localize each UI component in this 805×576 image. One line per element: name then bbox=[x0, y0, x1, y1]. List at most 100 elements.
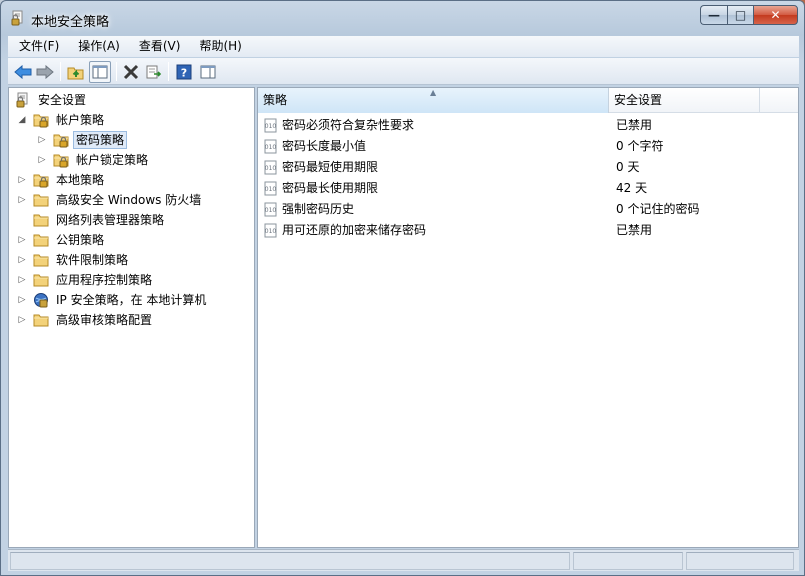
folder-icon bbox=[33, 232, 49, 248]
policy-list-pane[interactable]: 策略 ▲ 安全设置 010 密码必须符合复杂性要求 已禁用 010 密码长度最小值 0 个… bbox=[257, 87, 799, 548]
svg-text:010: 010 bbox=[265, 186, 277, 193]
tree-item-2[interactable]: ▷ 密码策略 bbox=[37, 130, 128, 150]
policy-name: 密码长度最小值 bbox=[282, 139, 367, 153]
expand-toggle-icon[interactable]: ▷ bbox=[37, 135, 47, 145]
expand-toggle-icon[interactable]: ▷ bbox=[17, 275, 27, 285]
tree-item-8[interactable]: ▷ 软件限制策略 bbox=[17, 250, 131, 270]
svg-text:010: 010 bbox=[265, 165, 277, 172]
window-title: 本地安全策略 bbox=[31, 15, 110, 30]
window-controls: — □ ✕ bbox=[700, 5, 798, 25]
ip-security-icon bbox=[33, 292, 49, 308]
column-header-security-setting[interactable]: 安全设置 bbox=[609, 88, 760, 113]
expand-toggle-icon[interactable]: ▷ bbox=[17, 195, 27, 205]
toolbar: ? bbox=[8, 58, 799, 85]
status-segment bbox=[573, 552, 683, 570]
delete-icon bbox=[123, 64, 139, 80]
expand-toggle-icon[interactable]: ▷ bbox=[37, 155, 47, 165]
toolbar-separator bbox=[168, 62, 169, 81]
menu-action[interactable]: 操作(A) bbox=[67, 36, 128, 57]
tree-item-label: 密码策略 bbox=[73, 131, 128, 149]
folder-lock-icon bbox=[33, 112, 49, 128]
status-bar bbox=[8, 549, 799, 571]
up-folder-icon bbox=[67, 67, 84, 80]
policy-row[interactable]: 010 用可还原的加密来储存密码 已禁用 bbox=[258, 220, 798, 241]
expand-toggle-icon[interactable]: ◢ bbox=[17, 115, 27, 125]
maximize-button[interactable]: □ bbox=[727, 5, 753, 25]
folder-icon bbox=[33, 272, 49, 288]
policy-row[interactable]: 010 强制密码历史 0 个记住的密码 bbox=[258, 199, 798, 220]
tree-item-6[interactable]: 网络列表管理器策略 bbox=[17, 210, 167, 230]
policy-name: 密码最短使用期限 bbox=[282, 160, 379, 174]
close-icon: ✕ bbox=[770, 8, 781, 22]
svg-text:010: 010 bbox=[265, 207, 277, 214]
policy-setting-icon: 010 bbox=[264, 181, 277, 196]
policy-setting-icon: 010 bbox=[264, 118, 277, 133]
policy-row[interactable]: 010 密码必须符合复杂性要求 已禁用 bbox=[258, 115, 798, 136]
policy-row[interactable]: 010 密码最长使用期限 42 天 bbox=[258, 178, 798, 199]
tree-item-1[interactable]: ◢ 帐户策略 bbox=[17, 110, 107, 130]
delete-button[interactable] bbox=[120, 61, 142, 83]
policy-setting-icon: 010 bbox=[264, 223, 277, 238]
policy-value: 42 天 bbox=[616, 181, 648, 195]
menu-help[interactable]: 帮助(H) bbox=[188, 36, 249, 57]
close-button[interactable]: ✕ bbox=[753, 5, 798, 25]
folder-icon bbox=[33, 212, 49, 228]
help-icon: ? bbox=[176, 64, 192, 80]
status-segment bbox=[686, 552, 794, 570]
help-button[interactable]: ? bbox=[173, 61, 195, 83]
menu-view[interactable]: 查看(V) bbox=[128, 36, 189, 57]
tree-item-4[interactable]: ▷ 本地策略 bbox=[17, 170, 107, 190]
export-list-button[interactable] bbox=[143, 61, 165, 83]
policy-row[interactable]: 010 密码长度最小值 0 个字符 bbox=[258, 136, 798, 157]
folder-icon bbox=[33, 312, 49, 328]
back-button[interactable] bbox=[12, 61, 34, 83]
folder-icon bbox=[33, 252, 49, 268]
policy-value: 0 个记住的密码 bbox=[616, 202, 700, 216]
status-segment bbox=[10, 552, 570, 570]
tree-item-label: 高级审核策略配置 bbox=[56, 313, 153, 327]
folder-lock-icon bbox=[33, 172, 49, 188]
toolbar-separator bbox=[116, 62, 117, 81]
tree-item-label: 帐户锁定策略 bbox=[76, 153, 149, 167]
show-hide-action-pane-button[interactable] bbox=[197, 61, 219, 83]
maximize-icon: □ bbox=[734, 8, 747, 22]
policy-name: 强制密码历史 bbox=[282, 202, 355, 216]
title-bar[interactable]: 本地安全策略 — □ ✕ bbox=[1, 1, 804, 35]
tree-item-label: 软件限制策略 bbox=[56, 253, 129, 267]
console-tree-pane[interactable]: 安全设置 ◢ 帐户策略 ▷ 密码策略 ▷ 帐户锁定策略 ▷ 本地策略 ▷ 高级安全 Windows … bbox=[8, 87, 255, 548]
expand-toggle-icon[interactable]: ▷ bbox=[17, 315, 27, 325]
svg-text:010: 010 bbox=[265, 228, 277, 235]
menu-file[interactable]: 文件(F) bbox=[8, 36, 67, 57]
forward-button[interactable] bbox=[34, 61, 56, 83]
expand-toggle-icon[interactable]: ▷ bbox=[17, 175, 27, 185]
svg-text:010: 010 bbox=[265, 144, 277, 151]
policy-name: 用可还原的加密来储存密码 bbox=[282, 223, 427, 237]
expand-toggle-icon[interactable]: ▷ bbox=[17, 295, 27, 305]
tree-item-7[interactable]: ▷ 公钥策略 bbox=[17, 230, 107, 250]
column-label-policy: 策略 bbox=[263, 93, 288, 107]
policy-setting-icon: 010 bbox=[264, 202, 277, 217]
expand-toggle-icon[interactable]: ▷ bbox=[17, 235, 27, 245]
menu-bar: 文件(F) 操作(A) 查看(V) 帮助(H) bbox=[8, 36, 799, 57]
toolbar-separator bbox=[60, 62, 61, 81]
tree-item-11[interactable]: ▷ 高级审核策略配置 bbox=[17, 310, 155, 330]
tree-item-label: 应用程序控制策略 bbox=[56, 273, 153, 287]
tree-item-9[interactable]: ▷ 应用程序控制策略 bbox=[17, 270, 155, 290]
svg-text:?: ? bbox=[181, 67, 187, 80]
export-list-icon bbox=[146, 65, 162, 79]
column-header-policy[interactable]: 策略 ▲ bbox=[258, 88, 609, 113]
tree-item-3[interactable]: ▷ 帐户锁定策略 bbox=[37, 150, 151, 170]
minimize-icon: — bbox=[708, 8, 720, 22]
tree-item-0[interactable]: 安全设置 bbox=[9, 90, 89, 110]
tree-item-10[interactable]: ▷ IP 安全策略，在 本地计算机 bbox=[17, 290, 209, 310]
list-header: 策略 ▲ 安全设置 bbox=[258, 88, 798, 113]
minimize-button[interactable]: — bbox=[700, 5, 727, 25]
up-one-level-button[interactable] bbox=[65, 61, 87, 83]
tree-item-label: 本地策略 bbox=[56, 173, 105, 187]
policy-setting-icon: 010 bbox=[264, 139, 277, 154]
tree-item-label: 安全设置 bbox=[38, 93, 87, 107]
show-hide-console-tree-button[interactable] bbox=[89, 61, 111, 83]
tree-item-5[interactable]: ▷ 高级安全 Windows 防火墙 bbox=[17, 190, 204, 210]
expand-toggle-icon[interactable]: ▷ bbox=[17, 255, 27, 265]
policy-row[interactable]: 010 密码最短使用期限 0 天 bbox=[258, 157, 798, 178]
